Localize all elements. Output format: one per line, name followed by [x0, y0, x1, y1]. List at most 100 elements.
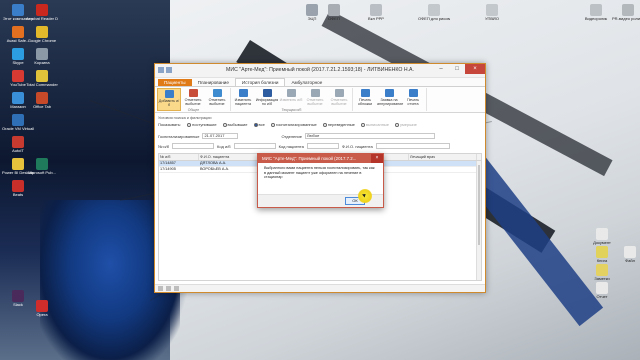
department-select[interactable]: Любое: [304, 133, 435, 139]
desktop-app-icon: [12, 70, 24, 82]
desktop-icon[interactable]: Корзина: [26, 48, 58, 66]
desktop-app-icon: [36, 92, 48, 104]
ribbon-button-icon: [384, 89, 394, 97]
dialog-close-button[interactable]: ×: [371, 154, 383, 163]
ribbon-group-general: Добавить и/б Отменить выбытие Отменить выб…: [157, 88, 231, 112]
ribbon-button-label: Информация по и/б: [255, 98, 279, 106]
window-title: МИС "Арте-Мед": Приемный покой (2017.7.2…: [226, 67, 414, 73]
scrollbar-thumb[interactable]: [478, 165, 480, 245]
filter-radio[interactable]: выписанные: [360, 122, 389, 127]
filter-radio-group: Показывать: поступившие выбывшие все госпит…: [158, 122, 483, 127]
minimize-button[interactable]: –: [433, 64, 449, 74]
code-input[interactable]: [233, 143, 276, 149]
desktop-icon[interactable]: Acrobat Reader DC: [26, 4, 58, 22]
desktop-app-icon: [596, 264, 608, 276]
desktop-icon-label: Вкл РРР: [368, 17, 384, 21]
tab-0[interactable]: Пациенты: [158, 79, 192, 86]
ribbon-button-label: Отменить выбытие: [208, 98, 226, 106]
desktop-app-icon: [36, 4, 48, 16]
ribbon-button-icon: [212, 89, 222, 97]
filter-radio[interactable]: госпитализированные: [270, 122, 317, 127]
ribbon-button-icon: [334, 89, 344, 97]
radio-dot: [187, 122, 192, 127]
filter-radio[interactable]: все: [253, 122, 265, 127]
filter-radio[interactable]: поступившие: [187, 122, 217, 127]
radio-label: переведенные: [327, 122, 355, 127]
desktop-icon[interactable]: Opera: [26, 300, 58, 318]
dialog-titlebar[interactable]: МИС "Арте-Мед": Приемный покой (2017.7.2…: [258, 154, 383, 163]
ribbon-group-label: Общее: [187, 108, 200, 112]
ribbon-group-print: Печать обложки Заявка на аннулирование Печ…: [353, 88, 427, 111]
date-field[interactable]: 21.07.2017: [202, 133, 239, 139]
desktop-icon[interactable]: Google Chrome: [26, 26, 58, 44]
dialog-message: Выбранного вами пациента нельзя госпитал…: [264, 166, 375, 180]
desktop-icon-label: Корзина: [34, 61, 50, 65]
desktop-icon[interactable]: Заметки: [586, 264, 618, 282]
radio-label: госпитализированные: [275, 122, 317, 127]
ribbon-button-icon: [360, 89, 370, 97]
filter-radio[interactable]: выбывшие: [222, 122, 248, 127]
grid-column-header[interactable]: Лечащий врач: [409, 154, 477, 160]
code-patient-input[interactable]: [306, 143, 339, 149]
desktop-icon[interactable]: Oracle VM VirtualBox: [2, 114, 34, 132]
status-icon: [174, 286, 179, 291]
desktop-app-icon: [590, 4, 602, 16]
ribbon-button[interactable]: Заявка на аннулирование: [377, 88, 403, 111]
desktop-icon[interactable]: Microsoft Pub...: [26, 158, 58, 176]
status-icon: [166, 286, 171, 291]
desktop-icon[interactable]: ОФЕП для рисования: [418, 4, 450, 22]
desktop-app-icon: [624, 246, 636, 258]
nb-input[interactable]: [172, 143, 215, 149]
filter-radio[interactable]: умершие: [395, 122, 417, 127]
ribbon: Добавить и/б Отменить выбытие Отменить выб…: [155, 87, 485, 113]
filter-radio[interactable]: переведенные: [322, 122, 355, 127]
code-patient-label: Код пациента: [278, 143, 304, 149]
fio-label: Ф.И.О. пациента: [341, 143, 373, 149]
ribbon-button[interactable]: Печать обложки: [353, 88, 377, 111]
desktop-icon[interactable]: AutoIT: [2, 136, 34, 154]
fio-input[interactable]: [375, 143, 450, 149]
desktop-icon[interactable]: Отчет: [586, 282, 618, 300]
desktop-icon[interactable]: Beats: [2, 180, 34, 198]
desktop-icon-label: Google Chrome: [27, 39, 57, 43]
desktop-app-icon: [370, 4, 382, 16]
grid-column-header[interactable]: № и/б: [159, 154, 199, 160]
quick-access-toolbar: [158, 67, 172, 73]
desktop-icon[interactable]: Office Tab: [26, 92, 58, 110]
ribbon-button-icon: [262, 89, 272, 97]
desktop-app-icon: [428, 4, 440, 16]
desktop-icon[interactable]: Вкл РРР: [360, 4, 392, 22]
tab-1[interactable]: Планирование: [192, 79, 235, 86]
desktop-icon-label: Beats: [12, 193, 24, 197]
window-titlebar[interactable]: МИС "Арте-Мед": Приемный покой (2017.7.2…: [155, 64, 485, 78]
grid-scrollbar[interactable]: [476, 161, 481, 280]
radio-dot: [253, 122, 258, 127]
ribbon-button[interactable]: Печать отчета: [401, 88, 425, 111]
save-icon[interactable]: [166, 67, 172, 73]
tab-2[interactable]: История болезни: [234, 78, 286, 86]
maximize-button[interactable]: □: [449, 64, 465, 74]
desktop-icon[interactable]: Файл: [614, 246, 640, 264]
desktop-app-icon: [12, 4, 24, 16]
hosp-label: Госпитализированные: [158, 133, 200, 139]
close-window-button[interactable]: ×: [465, 64, 485, 74]
desktop-icon[interactable]: Total Commander: [26, 70, 58, 88]
cell-nb: 17/14857: [160, 161, 176, 165]
dialog-title: МИС "Арте-Мед": Приемный покой (2017.7.2…: [262, 156, 357, 161]
desktop-app-icon: [12, 48, 24, 60]
ribbon-group-label: Текущая и/б: [281, 108, 302, 112]
desktop-icon-label: Документ: [593, 241, 611, 245]
mouse-cursor-highlight: [358, 189, 372, 203]
desktop-icon[interactable]: Документ: [586, 228, 618, 246]
desktop-icon[interactable]: Видеоролик: [580, 4, 612, 22]
desktop-icon[interactable]: PR-видео ролики: [612, 4, 640, 22]
desktop-icon[interactable]: ОФЕП: [318, 4, 350, 22]
ribbon-button-label: Отменить выбытие: [330, 98, 348, 106]
tab-3[interactable]: Амбулаторное: [285, 79, 328, 86]
ribbon-group-current: Изменить пациента Информация по и/б Измени…: [231, 88, 353, 112]
grid-column-header[interactable]: Ф.И.О. пациента: [199, 154, 259, 160]
desktop-icon[interactable]: УПВЙО: [476, 4, 508, 22]
ribbon-button-label: Изменить пациента: [234, 98, 252, 106]
filter-caption: Условия поиска и фильтрации: [158, 116, 212, 120]
app-icon: [158, 67, 164, 73]
